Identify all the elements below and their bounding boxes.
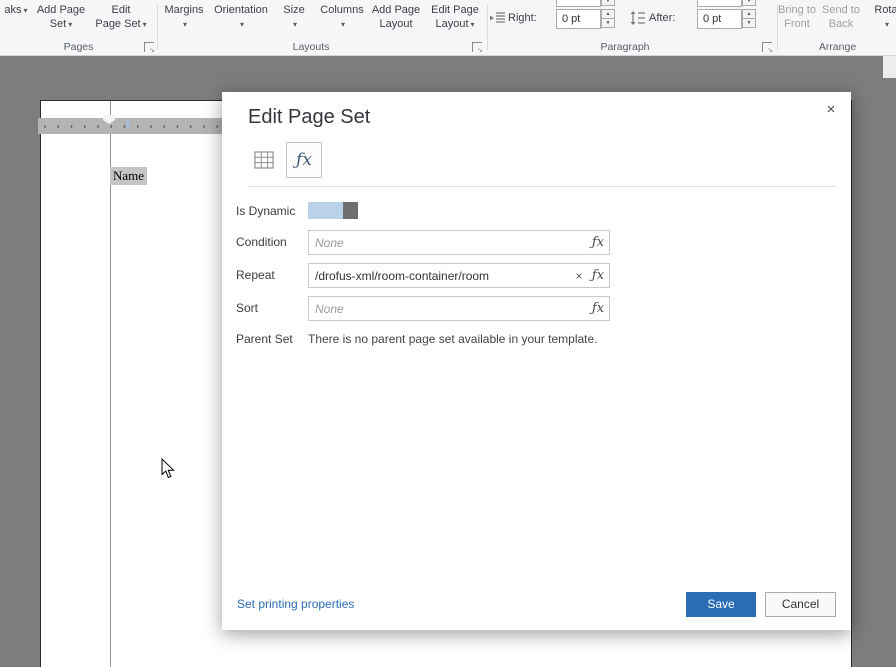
sort-field: ƒx — [308, 296, 610, 321]
spacing-after-spinner[interactable]: ▲▼ — [742, 9, 756, 29]
spinner-down-icon[interactable]: ▼ — [742, 18, 756, 28]
spacing-after-input[interactable]: 0 pt — [697, 9, 742, 29]
rotate-button[interactable]: Rota — [864, 3, 896, 32]
repeat-input[interactable] — [309, 269, 571, 283]
sort-input[interactable] — [309, 302, 587, 316]
condition-fx-icon[interactable]: ƒx — [587, 235, 609, 250]
cropped-spinner-field[interactable] — [697, 0, 742, 7]
table-gridline — [110, 101, 111, 667]
button-label: Orientation — [210, 3, 272, 17]
button-label: Edit Page — [426, 3, 484, 17]
cropped-spinner[interactable]: ▲▼ — [742, 0, 756, 7]
edit-page-layout-button[interactable]: Edit Page Layout — [426, 3, 484, 32]
paragraph-dialog-launcher-icon[interactable] — [762, 42, 772, 52]
spacing-after-label: After: — [649, 12, 675, 24]
save-button[interactable]: Save — [686, 592, 756, 617]
indent-right-icon — [490, 11, 506, 25]
fx-icon: ƒx — [296, 150, 312, 170]
dropdown-arrow-icon — [291, 18, 297, 30]
sort-label: Sort — [236, 301, 258, 315]
button-label: Size — [275, 3, 313, 17]
button-label: Rota — [864, 3, 896, 17]
left-margin-marker[interactable] — [103, 115, 115, 124]
dropdown-arrow-icon — [66, 18, 72, 30]
close-icon[interactable]: × — [821, 100, 841, 120]
spacing-after-icon — [630, 11, 646, 25]
ribbon: aks Add Page Set Edit Page Set Pages Mar… — [0, 0, 896, 56]
tab-formula[interactable]: ƒx — [286, 142, 322, 178]
button-label: Bring to — [776, 3, 818, 17]
tab-layout[interactable] — [246, 142, 282, 178]
add-page-set-button[interactable]: Add Page Set — [32, 3, 90, 32]
group-separator — [157, 4, 158, 50]
sort-fx-icon[interactable]: ƒx — [587, 301, 609, 316]
edit-page-set-button[interactable]: Edit Page Set — [92, 3, 150, 32]
breaks-button[interactable]: aks — [0, 3, 32, 18]
size-button[interactable]: Size — [275, 3, 313, 32]
group-label-pages: Pages — [0, 41, 157, 53]
dropdown-arrow-icon — [141, 18, 147, 30]
group-label-paragraph: Paragraph — [490, 41, 760, 53]
button-label: Send to — [820, 3, 862, 17]
set-printing-properties-link[interactable]: Set printing properties — [237, 597, 354, 611]
pages-dialog-launcher-icon[interactable] — [144, 42, 154, 52]
condition-field: ƒx — [308, 230, 610, 255]
dropdown-arrow-icon — [883, 18, 889, 30]
button-label: aks — [4, 4, 21, 16]
repeat-fx-icon[interactable]: ƒx — [587, 268, 609, 283]
spinner-down-icon[interactable]: ▼ — [601, 18, 615, 28]
clear-icon[interactable]: × — [571, 269, 587, 283]
parent-set-label: Parent Set — [236, 332, 293, 346]
dropdown-arrow-icon — [469, 18, 475, 30]
button-label: Add Page — [32, 3, 90, 17]
condition-input[interactable] — [309, 236, 587, 250]
group-separator — [487, 4, 488, 50]
margins-button[interactable]: Margins — [160, 3, 208, 32]
application-window: aks Add Page Set Edit Page Set Pages Mar… — [0, 0, 896, 667]
divider — [248, 186, 836, 187]
dropdown-arrow-icon — [339, 18, 345, 30]
parent-set-message: There is no parent page set available in… — [308, 332, 598, 346]
ruler-corner — [883, 56, 896, 78]
dropdown-arrow-icon — [22, 4, 28, 16]
repeat-field: × ƒx — [308, 263, 610, 288]
cancel-button[interactable]: Cancel — [765, 592, 836, 617]
button-label: Margins — [160, 3, 208, 17]
right-indent-spinner[interactable]: ▲▼ — [601, 9, 615, 29]
right-indent-input[interactable]: 0 pt — [556, 9, 601, 29]
dropdown-arrow-icon — [181, 18, 187, 30]
button-label: Columns — [318, 3, 366, 17]
columns-button[interactable]: Columns — [318, 3, 366, 32]
is-dynamic-toggle[interactable] — [308, 202, 358, 219]
group-label-layouts: Layouts — [160, 41, 462, 53]
cropped-spinner[interactable]: ▲▼ — [601, 0, 615, 7]
send-to-back-button[interactable]: Send to Back — [820, 3, 862, 31]
table-cell-text[interactable]: Name — [110, 167, 147, 185]
button-label: Add Page — [368, 3, 424, 17]
group-label-arrange: Arrange — [779, 41, 896, 53]
dialog-title: Edit Page Set — [248, 106, 370, 129]
dropdown-arrow-icon — [238, 18, 244, 30]
cropped-spinner-field[interactable] — [556, 0, 601, 7]
grid-icon — [254, 151, 274, 169]
condition-label: Condition — [236, 235, 287, 249]
ruler-cursor-mark — [127, 120, 129, 129]
right-indent-label: Right: — [508, 12, 537, 24]
orientation-button[interactable]: Orientation — [210, 3, 272, 32]
bring-to-front-button[interactable]: Bring to Front — [776, 3, 818, 31]
is-dynamic-label: Is Dynamic — [236, 204, 295, 218]
mouse-cursor — [161, 458, 175, 479]
edit-page-set-dialog: Edit Page Set × ƒx Is Dynamic Condition … — [222, 92, 851, 630]
button-label: Edit — [92, 3, 150, 17]
toggle-knob — [343, 202, 358, 219]
repeat-label: Repeat — [236, 268, 275, 282]
add-page-layout-button[interactable]: Add Page Layout — [368, 3, 424, 31]
layouts-dialog-launcher-icon[interactable] — [472, 42, 482, 52]
